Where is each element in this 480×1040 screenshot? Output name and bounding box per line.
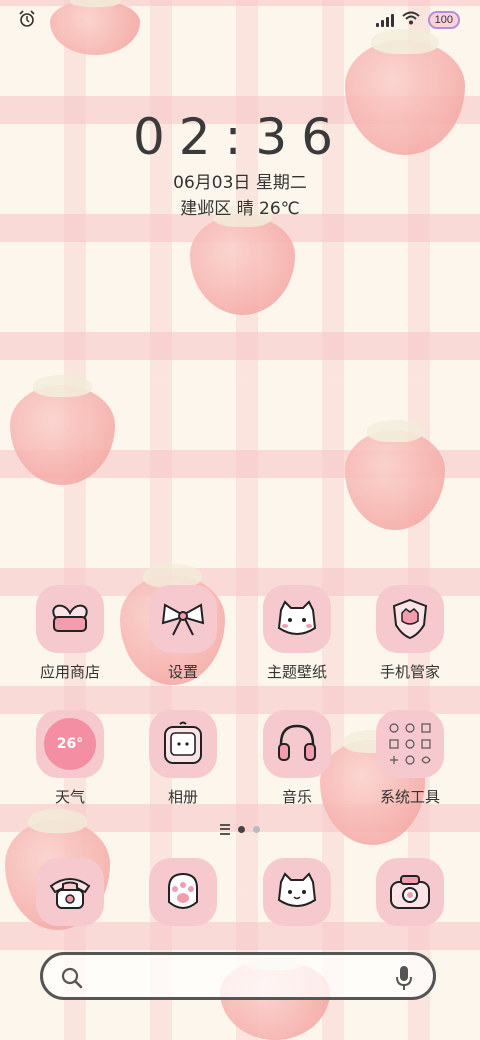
- app-store-app[interactable]: 应用商店: [20, 585, 120, 682]
- strawberry-decoration: [10, 375, 115, 485]
- app-label: 主题壁纸: [266, 663, 327, 681]
- paw-icon: [149, 858, 217, 926]
- camera-icon: [376, 858, 444, 926]
- alarm-clock-icon: [18, 10, 36, 33]
- weather-summary[interactable]: 建邺区 晴 26℃: [0, 194, 480, 219]
- app-label: 音乐: [281, 788, 312, 806]
- search-icon[interactable]: [61, 967, 83, 993]
- bear-face-icon: [263, 585, 331, 653]
- signal-icon: [375, 13, 394, 27]
- page-indicator[interactable]: [0, 824, 480, 835]
- weather-badge-temp: 26°: [44, 718, 96, 770]
- heart-box-icon: [36, 585, 104, 653]
- dock-messages-app[interactable]: [247, 858, 347, 926]
- shield-icon: [376, 585, 444, 653]
- messages-bear-icon: [263, 858, 331, 926]
- search-input[interactable]: [99, 963, 373, 991]
- music-note-icon: [263, 710, 331, 778]
- app-label: 设置: [167, 663, 198, 681]
- search-bar[interactable]: [40, 952, 436, 1000]
- dock-phone-app[interactable]: [20, 858, 120, 926]
- battery-indicator: 100: [427, 10, 460, 29]
- phone-icon: [36, 858, 104, 926]
- dock-camera-app[interactable]: [360, 858, 460, 926]
- page-dot[interactable]: [253, 826, 260, 833]
- system-tools-folder[interactable]: 系统工具: [360, 710, 460, 807]
- weather-badge-icon: 26°: [36, 710, 104, 778]
- microphone-icon[interactable]: [395, 965, 413, 995]
- settings-app[interactable]: 设置: [133, 585, 233, 682]
- weather-app[interactable]: 26° 天气: [20, 710, 120, 807]
- strawberry-decoration: [190, 205, 295, 315]
- page-dot-active[interactable]: [238, 826, 245, 833]
- app-drawer-icon[interactable]: [220, 824, 230, 835]
- app-label: 手机管家: [379, 663, 440, 681]
- clock-date: 06月03日 星期二: [173, 173, 307, 193]
- gallery-app[interactable]: 相册: [133, 710, 233, 807]
- phone-manager-app[interactable]: 手机管家: [360, 585, 460, 682]
- dock-contacts-app[interactable]: [133, 858, 233, 926]
- tools-folder-icon: [376, 710, 444, 778]
- app-label: 应用商店: [39, 663, 100, 681]
- strawberry-decoration: [345, 420, 445, 530]
- app-label: 系统工具: [379, 788, 440, 806]
- app-label: 天气: [54, 788, 85, 806]
- app-label: 相册: [167, 788, 198, 806]
- status-bar: 100: [0, 0, 480, 40]
- clock-time[interactable]: 02:36: [0, 108, 480, 166]
- wifi-icon: [401, 10, 420, 29]
- photo-frame-icon: [149, 710, 217, 778]
- bow-icon: [149, 585, 217, 653]
- music-app[interactable]: 音乐: [247, 710, 347, 807]
- theme-wallpaper-app[interactable]: 主题壁纸: [247, 585, 347, 682]
